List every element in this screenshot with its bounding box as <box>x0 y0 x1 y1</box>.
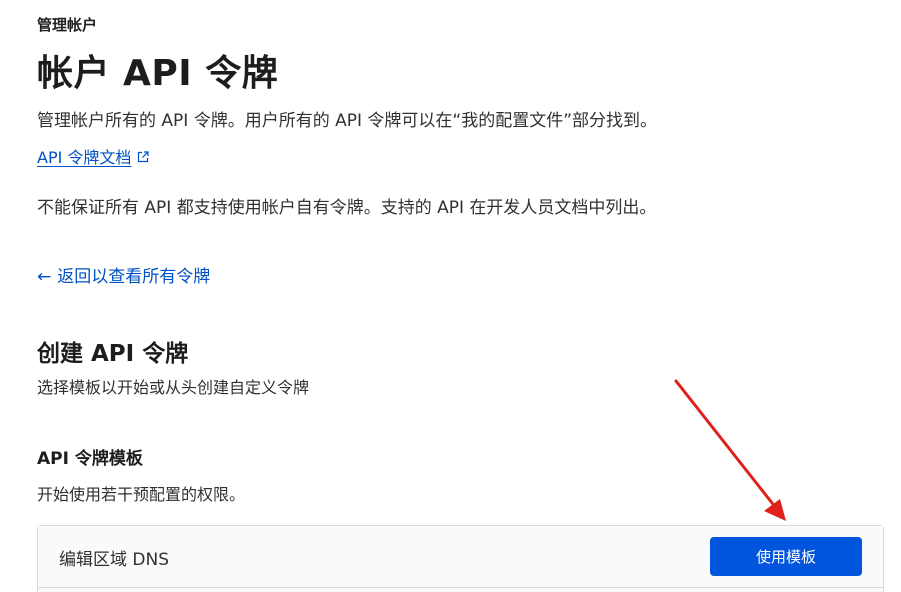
create-token-title: 创建 API 令牌 <box>37 341 189 367</box>
back-link-label: 返回以查看所有令牌 <box>57 267 211 287</box>
back-to-all-tokens-link[interactable]: ← 返回以查看所有令牌 <box>37 262 210 287</box>
page-description: 管理帐户所有的 API 令牌。用户所有的 API 令牌可以在“我的配置文件”部分… <box>37 111 658 131</box>
breadcrumb[interactable]: 管理帐户 <box>37 14 97 35</box>
use-template-button[interactable]: 使用模板 <box>710 537 862 576</box>
template-row-edit-zone-dns: 编辑区域 DNS 使用模板 <box>38 526 883 588</box>
api-token-docs-link[interactable]: API 令牌文档 <box>37 144 150 168</box>
external-link-icon <box>137 151 150 167</box>
page-title: 帐户 API 令牌 <box>37 53 279 94</box>
template-name: 编辑区域 DNS <box>59 550 170 570</box>
create-token-subtitle: 选择模板以开始或从头创建自定义令牌 <box>37 378 310 397</box>
templates-title: API 令牌模板 <box>37 449 143 469</box>
arrow-left-icon: ← <box>37 267 52 287</box>
page: 管理帐户 帐户 API 令牌 管理帐户所有的 API 令牌。用户所有的 API … <box>0 0 901 592</box>
api-token-docs-link-label: API 令牌文档 <box>37 148 132 167</box>
support-notice: 不能保证所有 API 都支持使用帐户自有令牌。支持的 API 在开发人员文档中列… <box>37 198 657 218</box>
templates-subtitle: 开始使用若干预配置的权限。 <box>37 485 246 504</box>
templates-list: 编辑区域 DNS 使用模板 <box>37 525 884 592</box>
